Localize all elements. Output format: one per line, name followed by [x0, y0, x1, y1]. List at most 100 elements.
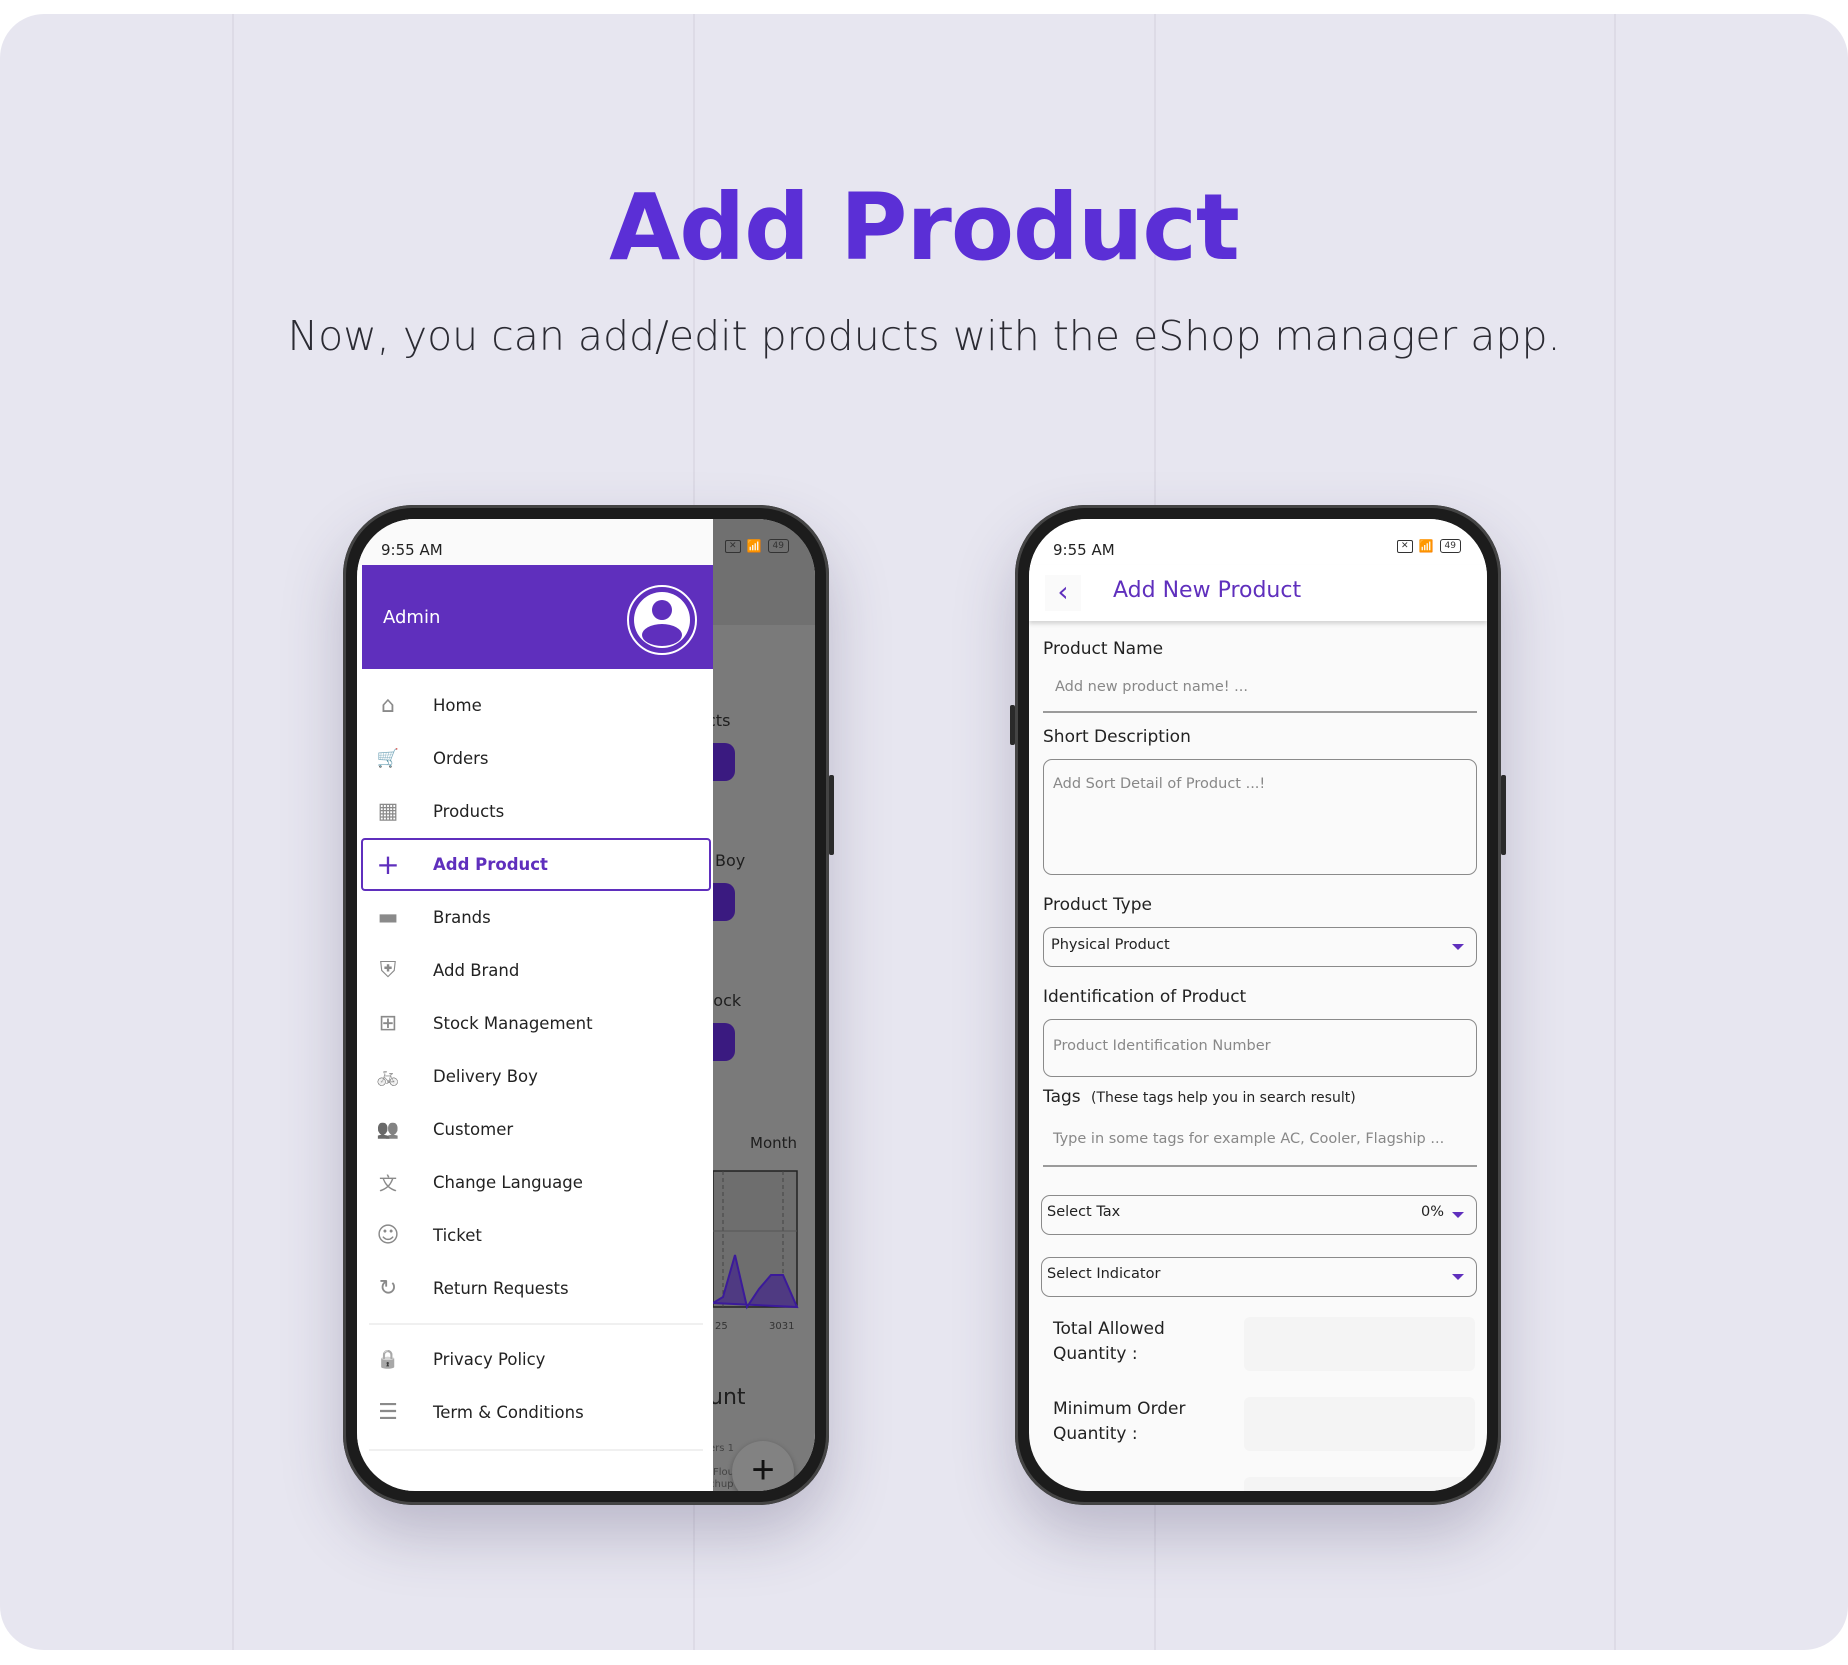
account-circle-icon[interactable]	[627, 585, 697, 655]
drawer-item-change-language[interactable]: 文 Change Language	[363, 1156, 707, 1209]
identification-label: Identification of Product	[1043, 987, 1247, 1007]
drawer-item-label: Brands	[433, 908, 491, 927]
next-field-input[interactable]	[1244, 1477, 1475, 1491]
drawer-item-label: Customer	[433, 1120, 514, 1139]
product-name-input[interactable]: Add new product name! ...	[1043, 665, 1477, 711]
hero-subtitle: Now, you can add/edit products with the …	[287, 312, 1561, 360]
add-box-icon: ⊞	[378, 1011, 398, 1036]
phone-drawer-mockup: ✕ 📶 49 cts Boy tock Month 25 3031 unt er…	[343, 505, 834, 1505]
product-type-label: Product Type	[1043, 895, 1152, 915]
drawer-item-customer[interactable]: 👥 Customer	[363, 1103, 707, 1156]
battery-icon: 49	[1439, 539, 1461, 553]
sim-x-icon: ✕	[1397, 539, 1413, 553]
total-allowed-quantity-input[interactable]	[1244, 1317, 1475, 1371]
phone-screen: 9:55 AM ✕ 📶 49 ‹ Add New Product Product…	[1029, 519, 1487, 1491]
translate-icon: 文	[379, 1173, 397, 1195]
phone-add-product-mockup: 9:55 AM ✕ 📶 49 ‹ Add New Product Product…	[1010, 505, 1506, 1505]
drawer-item-terms[interactable]: ☰ Term & Conditions	[363, 1386, 707, 1439]
tags-label: Tags	[1043, 1087, 1081, 1107]
shield-add-icon: ⛨	[379, 958, 397, 983]
tags-underline	[1043, 1165, 1477, 1167]
cart-icon: 🛒	[376, 748, 400, 769]
wifi-icon: 📶	[746, 539, 762, 553]
chevron-left-icon: ‹	[1057, 575, 1069, 608]
page-title: Add New Product	[1113, 578, 1302, 603]
brand-card-icon: ▬	[377, 905, 399, 930]
support-agent-icon: ☺	[376, 1223, 400, 1248]
plus-icon: +	[376, 848, 400, 881]
drawer-item-label: Orders	[433, 749, 489, 768]
drawer-item-label: Add Product	[433, 855, 548, 874]
navigation-drawer: 9:55 AM Admin ⌂ Home 🛒 Orders ▦ Products…	[357, 519, 713, 1491]
drawer-item-label: Products	[433, 802, 505, 821]
product-name-underline	[1043, 711, 1477, 713]
drawer-item-return-requests[interactable]: ↻ Return Requests	[363, 1262, 707, 1315]
sim-x-icon: ✕	[725, 539, 741, 553]
drawer-item-home[interactable]: ⌂ Home	[363, 679, 707, 732]
chart-period-label: Month	[750, 1134, 798, 1152]
identification-input[interactable]: Product Identification Number	[1043, 1019, 1477, 1077]
drawer-item-stock-management[interactable]: ⊞ Stock Management	[363, 997, 707, 1050]
phone-side-button	[1501, 775, 1506, 855]
drawer-item-label: Return Requests	[433, 1279, 569, 1298]
dropdown-caret-icon	[1452, 944, 1464, 950]
background-text: Flou	[713, 1467, 734, 1478]
promo-card: Add Product Now, you can add/edit produc…	[0, 14, 1848, 1650]
minimum-order-quantity-label: Minimum Order Quantity :	[1053, 1399, 1186, 1444]
list-message-icon: ☰	[378, 1400, 398, 1425]
people-icon: 👥	[376, 1119, 400, 1140]
drawer-item-orders[interactable]: 🛒 Orders	[363, 732, 707, 785]
drawer-divider	[369, 1449, 703, 1451]
phone-side-button	[1010, 705, 1015, 745]
indicator-select[interactable]: Select Indicator	[1041, 1257, 1477, 1297]
tags-input[interactable]: Type in some tags for example AC, Cooler…	[1043, 1115, 1477, 1165]
drawer-item-delivery-boy[interactable]: 🚲 Delivery Boy	[363, 1050, 707, 1103]
minimum-order-quantity-input[interactable]	[1244, 1397, 1475, 1451]
drawer-item-brands[interactable]: ▬ Brands	[363, 891, 707, 944]
add-fab-button[interactable]: +	[732, 1441, 794, 1491]
background-text: unt	[709, 1385, 746, 1410]
drawer-item-label: Add Brand	[433, 961, 520, 980]
dashboard-grid-icon: ▦	[377, 799, 399, 824]
battery-icon: 49	[767, 539, 789, 553]
tax-value: 0%	[1420, 1204, 1444, 1220]
dropdown-caret-icon	[1452, 1274, 1464, 1280]
drawer-item-label: Home	[433, 696, 482, 715]
status-bar: 9:55 AM ✕ 📶 49	[1029, 519, 1487, 565]
drawer-item-label: Change Language	[433, 1173, 583, 1192]
drawer-header: Admin	[362, 565, 713, 669]
drawer-user-name: Admin	[383, 607, 441, 628]
drawer-item-label: Privacy Policy	[433, 1350, 546, 1369]
drawer-item-label: Stock Management	[433, 1014, 593, 1033]
lock-icon: 🔒	[376, 1349, 400, 1370]
product-type-select[interactable]: Physical Product	[1043, 927, 1477, 967]
background-chart	[713, 1170, 799, 1310]
drawer-item-ticket[interactable]: ☺ Ticket	[363, 1209, 707, 1262]
drawer-item-label: Ticket	[433, 1226, 482, 1245]
back-button[interactable]: ‹	[1045, 575, 1081, 611]
drawer-item-products[interactable]: ▦ Products	[363, 785, 707, 838]
hero-title: Add Product	[609, 174, 1240, 281]
drawer-item-privacy-policy[interactable]: 🔒 Privacy Policy	[363, 1333, 707, 1386]
app-bar: ‹ Add New Product	[1029, 565, 1487, 621]
indicator-select-label: Select Indicator	[1047, 1266, 1161, 1282]
phone-screen: ✕ 📶 49 cts Boy tock Month 25 3031 unt er…	[357, 519, 815, 1491]
tax-select-label: Select Tax	[1047, 1204, 1121, 1220]
product-name-label: Product Name	[1043, 639, 1164, 659]
phone-side-button	[829, 775, 834, 855]
refresh-icon: ↻	[378, 1276, 398, 1301]
chart-tick-label: 3031	[769, 1321, 795, 1332]
drawer-item-label: Delivery Boy	[433, 1067, 538, 1086]
status-time: 9:55 AM	[381, 541, 443, 559]
drawer-item-add-product[interactable]: + Add Product	[361, 838, 711, 891]
short-description-textarea[interactable]: Add Sort Detail of Product ...!	[1043, 759, 1477, 875]
short-description-label: Short Description	[1043, 727, 1191, 747]
drawer-item-add-brand[interactable]: ⛨ Add Brand	[363, 944, 707, 997]
tax-select[interactable]: Select Tax 0%	[1041, 1195, 1477, 1235]
status-time: 9:55 AM	[1053, 541, 1115, 559]
total-allowed-quantity-label: Total Allowed Quantity :	[1053, 1319, 1165, 1364]
tags-hint: (These tags help you in search result)	[1091, 1090, 1356, 1106]
dropdown-caret-icon	[1452, 1212, 1464, 1218]
product-type-value: Physical Product	[1051, 937, 1170, 953]
wifi-icon: 📶	[1418, 539, 1434, 553]
